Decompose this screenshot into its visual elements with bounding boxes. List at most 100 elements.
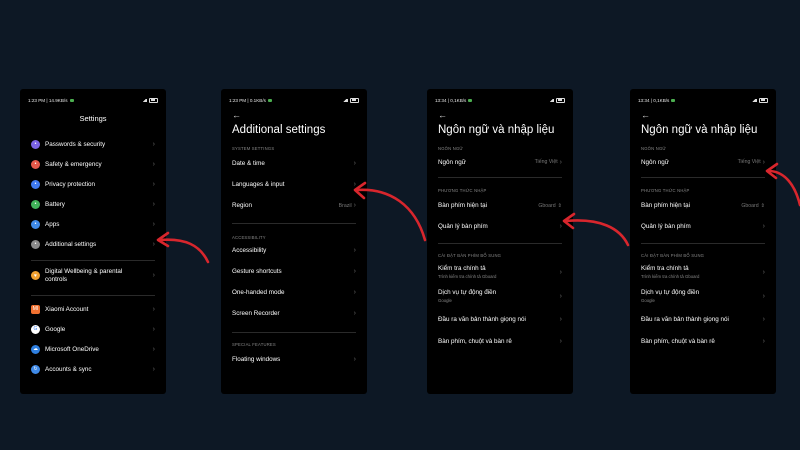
- chevron-right-icon: ›: [559, 337, 562, 345]
- chevron-right-icon: ›: [762, 158, 765, 166]
- section-header-input-method: PHƯƠNG THỨC NHẬP: [641, 187, 690, 193]
- dropdown-arrows-icon: ⇕: [760, 202, 765, 209]
- settings-item-account-1[interactable]: G Google ›: [20, 319, 166, 339]
- signal-icon: [141, 98, 147, 103]
- chevron-right-icon: ›: [152, 365, 155, 373]
- settings-item-accessibility-0[interactable]: Accessibility ›: [221, 240, 367, 261]
- signal-icon: [342, 98, 348, 103]
- page-title: Additional settings: [232, 124, 326, 136]
- chevron-right-icon: ›: [353, 181, 356, 188]
- settings-item-date-time[interactable]: Date & time ›: [221, 153, 367, 174]
- settings-item-accessibility-2[interactable]: One-handed mode ›: [221, 282, 367, 303]
- status-time: 13:34 | 0,1KB/s: [638, 98, 670, 103]
- settings-item-tts[interactable]: Đầu ra văn bản thành giọng nói ›: [630, 308, 776, 330]
- chevron-right-icon: ›: [353, 160, 356, 167]
- chevron-right-icon: ›: [152, 345, 155, 353]
- section-header-additional-keyboard: CÀI ĐẶT BÀN PHÍM BỔ SUNG: [641, 253, 705, 259]
- settings-item-tts[interactable]: Đầu ra văn bản thành giọng nói ›: [427, 308, 573, 330]
- back-arrow-icon[interactable]: ←: [221, 106, 367, 120]
- settings-item-floating-windows[interactable]: Floating windows ›: [221, 349, 367, 370]
- battery-status-icon: [759, 97, 768, 104]
- chevron-right-icon: ›: [762, 337, 765, 345]
- phone-settings: 1:23 PM | 14.9KB/s Settings • Passwords &…: [20, 89, 166, 394]
- settings-item-keyboard-mouse[interactable]: Bàn phím, chuột và bàn rê ›: [630, 330, 776, 352]
- page-title: Ngôn ngữ và nhập liệu: [438, 124, 555, 136]
- google-icon: G: [31, 324, 40, 334]
- status-bar: 13:34 | 0,1KB/s: [427, 89, 573, 106]
- settings-item-account-3[interactable]: ↻ Accounts & sync ›: [20, 359, 166, 379]
- back-arrow-icon[interactable]: ←: [427, 106, 573, 120]
- chevron-right-icon: ›: [353, 288, 356, 296]
- privacy-icon: •: [31, 179, 40, 189]
- settings-item-account-2[interactable]: ☁ Microsoft OneDrive ›: [20, 339, 166, 359]
- settings-item-keyboard-mouse[interactable]: Bàn phím, chuột và bàn rê ›: [427, 330, 573, 352]
- safety-icon: •: [31, 159, 40, 169]
- settings-item-manage-keyboards[interactable]: Quản lý bàn phím ›: [427, 217, 573, 237]
- keyboard-value: Gboard: [741, 202, 759, 209]
- chevron-right-icon: ›: [353, 309, 356, 317]
- chevron-right-icon: ›: [152, 240, 155, 248]
- settings-item-account-0[interactable]: MI Xiaomi Account ›: [20, 299, 166, 319]
- section-header-special: SPECIAL FEATURES: [232, 342, 276, 348]
- settings-item-region[interactable]: Region Brazil ›: [221, 195, 367, 216]
- chevron-right-icon: ›: [152, 272, 155, 280]
- wellbeing-icon: ♥: [31, 271, 40, 281]
- settings-item-language[interactable]: Ngôn ngữ Tiếng Việt ›: [427, 151, 573, 173]
- settings-item-spell-check[interactable]: Kiểm tra chính tả Trình kiểm tra chính tả…: [630, 260, 776, 284]
- annotation-arrow-3: [564, 219, 630, 247]
- apps-icon: •: [31, 219, 40, 229]
- status-bar: 1:23 PM | 14.9KB/s: [20, 89, 166, 106]
- chevron-right-icon: ›: [152, 305, 155, 313]
- section-header-input-method: PHƯƠNG THỨC NHẬP: [438, 187, 487, 193]
- section-header-system: SYSTEM SETTINGS: [232, 146, 275, 151]
- phone-language-input: 13:34 | 0,1KB/s ← Ngôn ngữ và nhập liệu …: [427, 89, 573, 394]
- battery-status-icon: [149, 97, 158, 104]
- settings-item-languages-input[interactable]: Languages & input ›: [221, 174, 367, 195]
- mi-icon: MI: [31, 304, 40, 314]
- settings-item-2[interactable]: • Privacy protection ›: [20, 174, 166, 194]
- settings-item-1[interactable]: • Safety & emergency ›: [20, 154, 166, 174]
- battery-status-icon: [556, 97, 565, 104]
- divider: [232, 331, 356, 333]
- chevron-right-icon: ›: [152, 160, 155, 168]
- onedrive-icon: ☁: [31, 344, 40, 354]
- settings-item-accessibility-3[interactable]: Screen Recorder ›: [221, 303, 367, 324]
- wellbeing-label-line1: Digital Wellbeing & parental: [45, 267, 123, 275]
- battery-status-icon: [350, 97, 359, 104]
- settings-item-current-keyboard[interactable]: Bàn phím hiện tại Gboard ⇕: [427, 195, 573, 217]
- annotation-arrow-2: [355, 188, 427, 242]
- section-header-additional-keyboard: CÀI ĐẶT BÀN PHÍM BỔ SUNG: [438, 253, 502, 259]
- chevron-right-icon: ›: [762, 315, 765, 323]
- keyboard-value: Gboard: [538, 202, 556, 209]
- settings-item-5[interactable]: • Additional settings ›: [20, 234, 166, 254]
- settings-item-language[interactable]: Ngôn ngữ Tiếng Việt ›: [630, 151, 776, 173]
- settings-item-autofill[interactable]: Dịch vụ tự động điền Google ›: [630, 284, 776, 308]
- status-bar: 13:34 | 0,1KB/s: [630, 89, 776, 106]
- notification-icon: [671, 99, 676, 102]
- settings-item-current-keyboard[interactable]: Bàn phím hiện tại Gboard ⇕: [630, 195, 776, 217]
- back-arrow-icon[interactable]: ←: [630, 106, 776, 120]
- divider: [438, 242, 562, 244]
- wellbeing-label-line2: controls: [45, 275, 68, 283]
- divider: [641, 242, 765, 244]
- divider: [438, 177, 562, 178]
- settings-item-manage-keyboards[interactable]: Quản lý bàn phím ›: [630, 217, 776, 237]
- settings-item-0[interactable]: • Passwords & security ›: [20, 134, 166, 154]
- divider: [232, 223, 356, 224]
- settings-item-autofill[interactable]: Dịch vụ tự động điền Google ›: [427, 284, 573, 308]
- signal-icon: [548, 98, 554, 103]
- notification-icon: [468, 99, 473, 102]
- dropdown-arrows-icon: ⇕: [557, 202, 562, 209]
- settings-item-3[interactable]: • Battery ›: [20, 194, 166, 214]
- settings-item-accessibility-1[interactable]: Gesture shortcuts ›: [221, 261, 367, 282]
- settings-item-spell-check[interactable]: Kiểm tra chính tả Trình kiểm tra chính tả…: [427, 260, 573, 284]
- notification-icon: [267, 99, 272, 102]
- annotation-arrow-1: [158, 238, 210, 264]
- settings-item-4[interactable]: • Apps ›: [20, 214, 166, 234]
- region-value: Brazil: [338, 202, 352, 209]
- status-time: 1:23 PM | 0.1KB/s: [229, 98, 266, 103]
- chevron-right-icon: ›: [152, 220, 155, 228]
- settings-item-wellbeing[interactable]: ♥ Digital Wellbeing & parental controls …: [20, 261, 166, 291]
- signal-icon: [751, 98, 757, 103]
- divider: [641, 177, 765, 178]
